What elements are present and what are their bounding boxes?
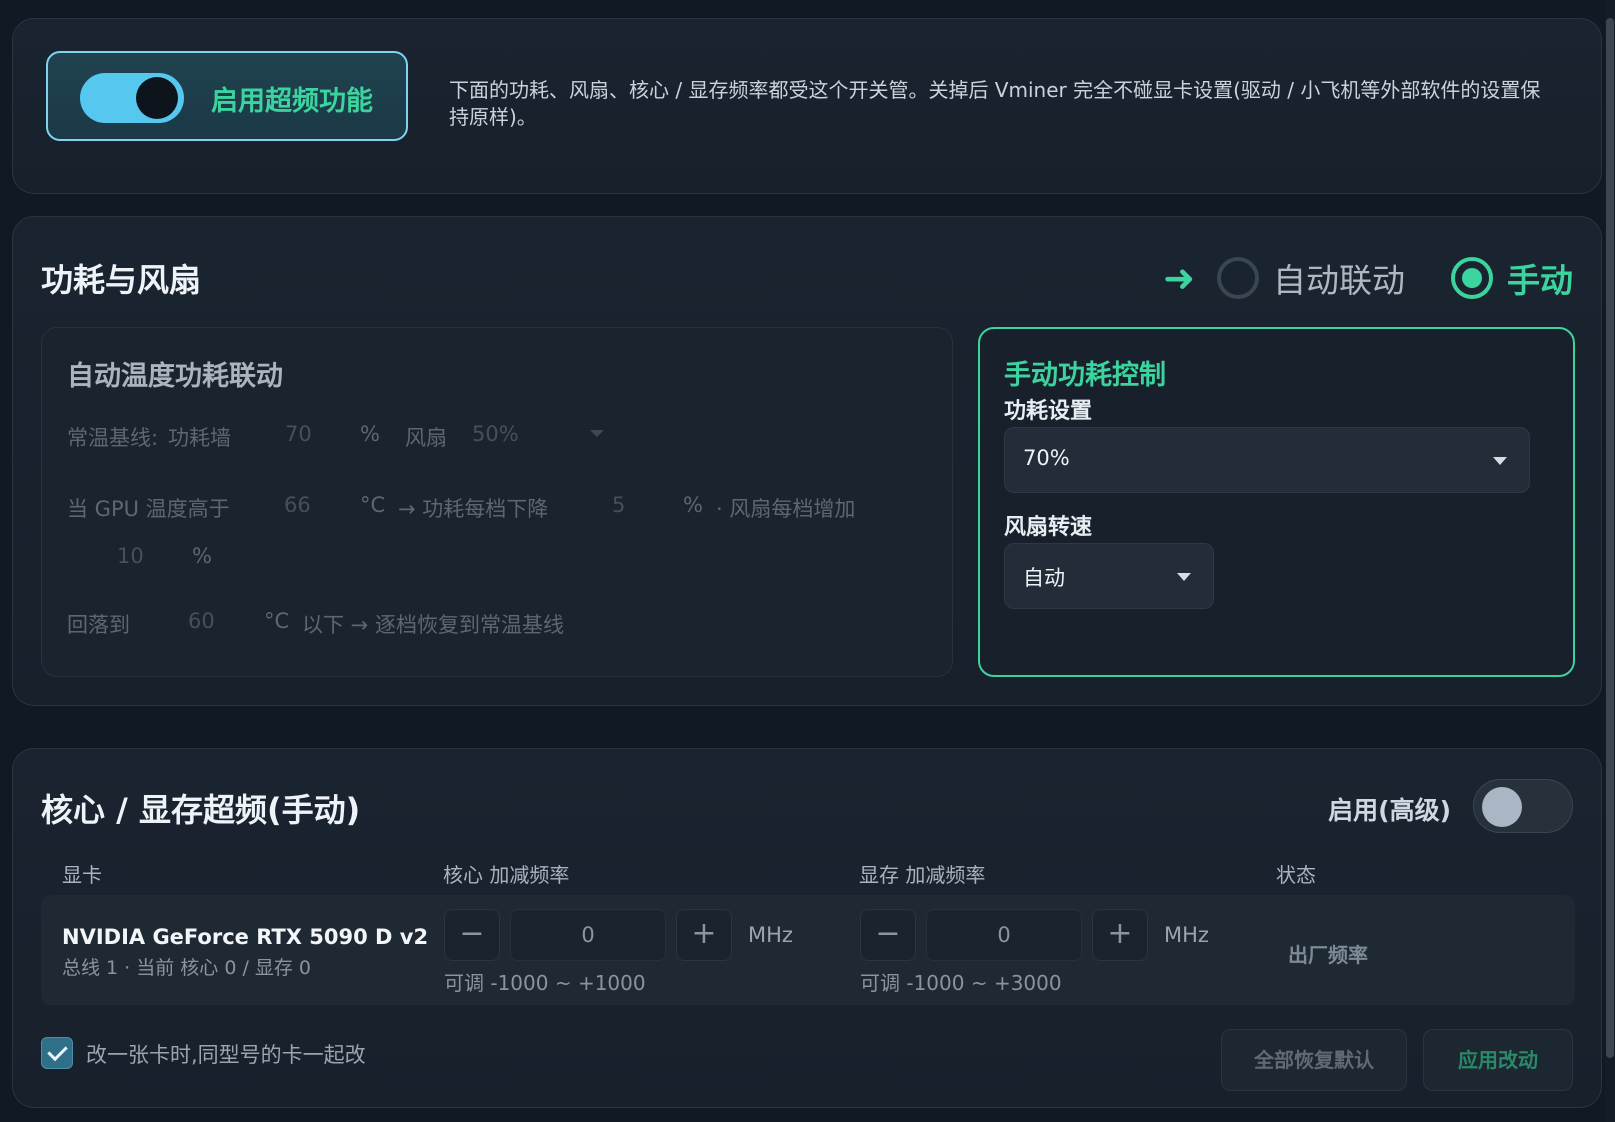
temp-above-input[interactable]: 66 [284, 493, 311, 517]
col-gpu: 显卡 [62, 863, 102, 887]
master-toggle-label: 启用超频功能 [211, 86, 373, 117]
col-core-offset: 核心 加减频率 [443, 863, 570, 887]
fan-speed-select[interactable]: 自动 [1004, 543, 1214, 609]
percent-unit: % [683, 493, 703, 517]
fallback-input[interactable]: 60 [188, 609, 215, 633]
mem-plus-button[interactable]: + [1092, 909, 1148, 961]
power-wall-label: 功耗墙 [168, 426, 231, 450]
section-title-power-fan: 功耗与风扇 [41, 261, 202, 299]
apply-button[interactable]: 应用改动 [1423, 1029, 1573, 1091]
auto-linkage-title: 自动温度功耗联动 [67, 361, 283, 392]
core-minus-button[interactable]: − [444, 909, 500, 961]
master-description: 下面的功耗、风扇、核心 / 显存频率都受这个开关管。关掉后 Vminer 完全不… [449, 78, 1541, 129]
fan-label: 风扇 [405, 426, 447, 450]
auto-fan-select[interactable]: 50% [472, 408, 612, 458]
overclock-settings-page: 启用超频功能 下面的功耗、风扇、核心 / 显存频率都受这个开关管。关掉后 Vmi… [0, 0, 1615, 1122]
gpu-name: NVIDIA GeForce RTX 5090 D v2 [62, 925, 429, 949]
advanced-enable-toggle[interactable] [1473, 779, 1573, 833]
reset-all-button[interactable]: 全部恢复默认 [1221, 1029, 1407, 1091]
auto-linkage-box: 自动温度功耗联动 常温基线: 功耗墙 70 % 风扇 50% 当 GPU 温度高… [41, 327, 953, 677]
radio-auto-label[interactable]: 自动联动 [1273, 254, 1405, 302]
core-memory-oc-panel: 核心 / 显存超频(手动) 启用(高级) 显卡 核心 加减频率 显存 加减频率 … [12, 748, 1602, 1108]
celsius-unit: °C [360, 493, 386, 517]
status-badge: 出厂频率 [1288, 943, 1368, 967]
power-fan-panel: 功耗与风扇 ➜ 自动联动 手动 自动温度功耗联动 常温基线: 功耗墙 70 % … [12, 216, 1602, 706]
auto-fan-value: 50% [472, 422, 519, 446]
chevron-down-icon [1493, 457, 1507, 465]
percent-unit: % [360, 422, 380, 446]
toggle-knob [136, 77, 178, 119]
radio-manual-label[interactable]: 手动 [1507, 254, 1573, 302]
section-title-oc: 核心 / 显存超频(手动) [41, 791, 361, 829]
power-drop-input[interactable]: 5 [612, 493, 625, 517]
core-offset-input[interactable]: 0 [510, 909, 666, 961]
mem-unit: MHz [1164, 923, 1209, 947]
scrollbar-thumb[interactable] [1606, 18, 1614, 1058]
mem-offset-input[interactable]: 0 [926, 909, 1082, 961]
master-switch-panel: 启用超频功能 下面的功耗、风扇、核心 / 显存频率都受这个开关管。关掉后 Vmi… [12, 18, 1602, 194]
fallback-suffix: 以下 → 逐档恢复到常温基线 [302, 613, 564, 637]
percent-unit: % [192, 544, 212, 568]
col-mem-offset: 显存 加减频率 [859, 863, 986, 887]
fan-speed-value: 自动 [1023, 566, 1065, 590]
mem-range: 可调 -1000 ~ +3000 [860, 971, 1062, 995]
master-overclock-toggle[interactable]: 启用超频功能 [46, 51, 408, 141]
core-range: 可调 -1000 ~ +1000 [444, 971, 646, 995]
power-wall-input[interactable]: 70 [285, 422, 312, 446]
arrow-right-icon: ➜ [1163, 256, 1195, 300]
core-plus-button[interactable]: + [676, 909, 732, 961]
baseline-label: 常温基线: [67, 426, 159, 450]
scrollbar[interactable] [1605, 0, 1615, 1122]
manual-power-title: 手动功耗控制 [1004, 360, 1166, 391]
fan-inc-input[interactable]: 10 [117, 544, 144, 568]
same-model-checkbox[interactable] [41, 1037, 73, 1069]
mode-radio-group: ➜ 自动联动 手动 [1163, 255, 1573, 301]
power-setting-label: 功耗设置 [1004, 399, 1093, 424]
toggle-knob [1482, 787, 1522, 827]
radio-auto-link[interactable] [1217, 257, 1259, 299]
mem-minus-button[interactable]: − [860, 909, 916, 961]
core-unit: MHz [748, 923, 793, 947]
chevron-down-icon [1177, 573, 1191, 581]
fan-speed-label: 风扇转速 [1004, 515, 1093, 540]
power-drop-label: → 功耗每档下降 [398, 497, 549, 521]
same-model-label[interactable]: 改一张卡时,同型号的卡一起改 [86, 1039, 366, 1069]
gpu-bus-info: 总线 1 · 当前 核心 0 / 显存 0 [62, 957, 312, 979]
col-status: 状态 [1276, 863, 1316, 887]
fallback-label: 回落到 [67, 613, 130, 637]
celsius-unit: °C [264, 609, 290, 633]
manual-power-box: 手动功耗控制 功耗设置 70% 风扇转速 自动 [978, 327, 1575, 677]
table-row: NVIDIA GeForce RTX 5090 D v2 总线 1 · 当前 核… [41, 895, 1575, 1005]
temp-above-label: 当 GPU 温度高于 [67, 497, 230, 521]
chevron-down-icon [590, 430, 604, 437]
toggle-switch[interactable] [80, 73, 184, 123]
advanced-enable-label: 启用(高级) [1328, 796, 1451, 825]
power-setting-value: 70% [1023, 446, 1070, 470]
fan-inc-label: · 风扇每档增加 [716, 497, 856, 521]
radio-manual[interactable] [1451, 257, 1493, 299]
power-setting-select[interactable]: 70% [1004, 427, 1530, 493]
